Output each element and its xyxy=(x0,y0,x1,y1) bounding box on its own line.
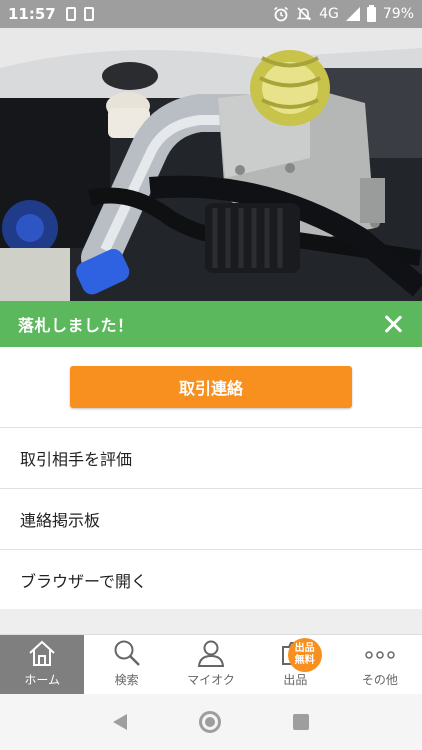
signal-icon xyxy=(345,7,360,21)
nav-item-home[interactable]: ホーム xyxy=(0,635,85,694)
nav-label-more: その他 xyxy=(361,673,398,687)
notice-text: 落札しました！ xyxy=(18,318,134,335)
menu-item-message-board[interactable]: 連絡掲示板 xyxy=(0,488,422,549)
more-icon xyxy=(365,651,395,659)
menu-item-open-browser[interactable]: ブラウザーで開く xyxy=(0,549,422,610)
nav-item-search[interactable]: 検索 xyxy=(84,635,168,694)
sim-card-icon xyxy=(65,7,76,21)
nav-item-myauction[interactable]: マイオク xyxy=(169,635,253,694)
sheet-gap xyxy=(0,609,422,634)
recents-icon[interactable] xyxy=(293,714,309,730)
home-icon xyxy=(29,640,55,666)
free-listing-badge: 出品 無料 xyxy=(287,638,322,672)
network-type: 4G xyxy=(319,6,339,22)
nav-label-home: ホーム xyxy=(24,673,61,687)
nav-item-sell[interactable]: 出品 出品 無料 xyxy=(253,635,337,694)
search-icon xyxy=(114,640,140,666)
battery-saver-icon xyxy=(83,7,94,21)
action-sheet: 取引連絡 取引相手を評価 連絡掲示板 ブラウザーで開く xyxy=(0,347,422,609)
nav-item-more[interactable]: その他 xyxy=(338,635,422,694)
action-menu: 取引相手を評価 連絡掲示板 ブラウザーで開く xyxy=(0,427,422,610)
nav-label-search: 検索 xyxy=(114,673,139,687)
menu-item-rate-partner[interactable]: 取引相手を評価 xyxy=(0,427,422,488)
status-time: 11:57 xyxy=(8,5,56,23)
battery-icon xyxy=(366,4,376,22)
close-icon[interactable] xyxy=(382,313,404,335)
back-icon[interactable] xyxy=(113,714,127,730)
person-icon xyxy=(197,640,225,667)
nav-label-sell: 出品 xyxy=(283,673,308,687)
nav-label-myauction: マイオク xyxy=(187,673,235,687)
system-nav-bar xyxy=(0,694,422,750)
battery-level: 79% xyxy=(382,6,414,22)
status-bar: 11:57 4G 79% xyxy=(0,0,422,28)
bottom-nav: ホーム 検索 マイオク 出品 出品 無料 その他 xyxy=(0,634,422,694)
engine-bay-photo xyxy=(0,28,422,301)
transaction-contact-button[interactable]: 取引連絡 xyxy=(70,366,352,408)
alarm-icon xyxy=(274,6,289,22)
home-circle-icon[interactable] xyxy=(199,711,221,733)
won-bid-notice: 落札しました！ xyxy=(0,301,422,347)
notifications-off-icon xyxy=(296,7,312,21)
